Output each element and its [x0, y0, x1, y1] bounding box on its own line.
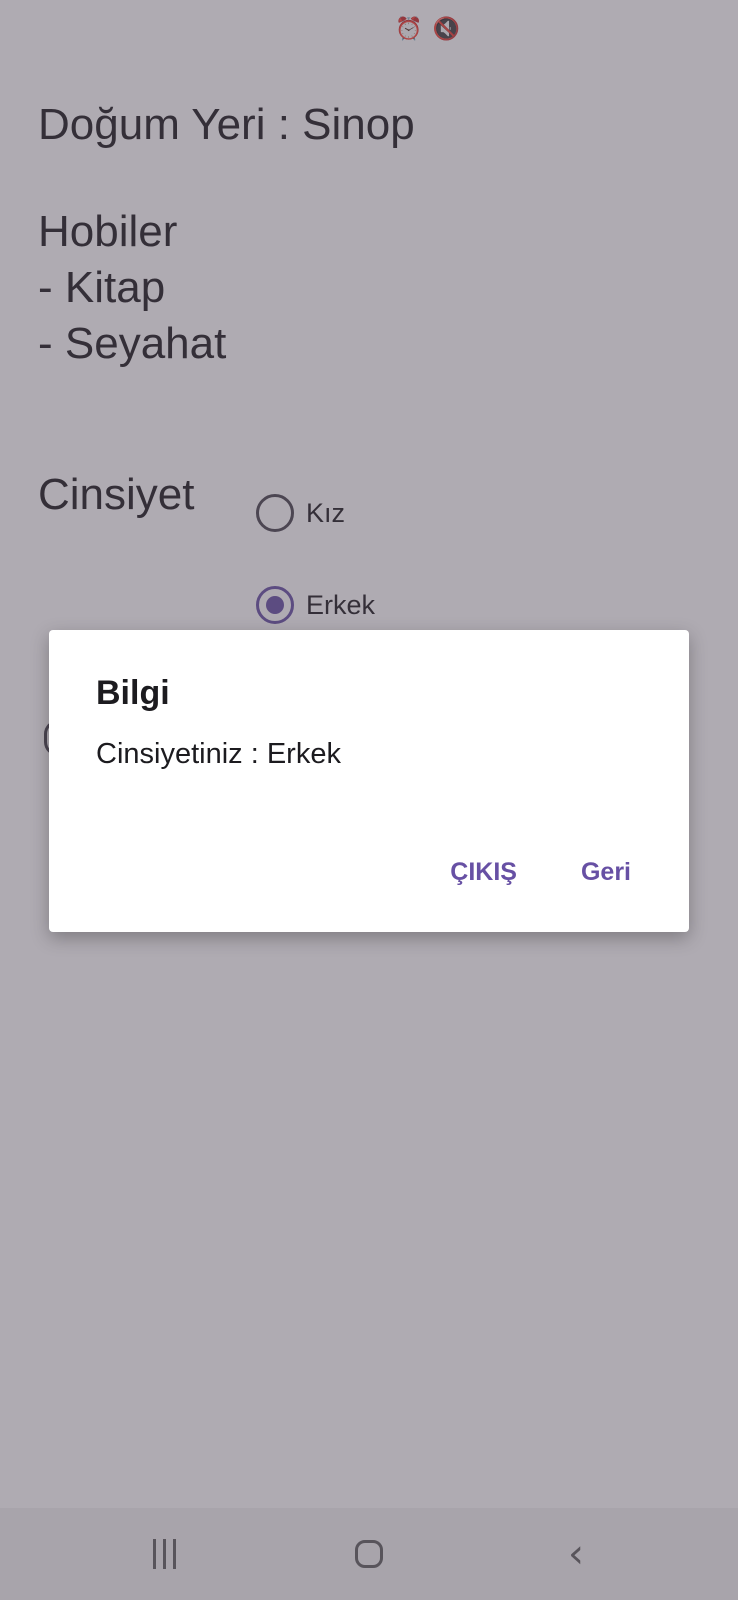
back-button[interactable]: Geri — [581, 858, 631, 887]
dialog-title: Bilgi — [96, 674, 170, 712]
dialog-message: Cinsiyetiniz : Erkek — [96, 738, 341, 770]
dialog-actions: ÇIKIŞ Geri — [450, 858, 631, 887]
info-dialog: Bilgi Cinsiyetiniz : Erkek ÇIKIŞ Geri — [49, 630, 689, 932]
exit-button[interactable]: ÇIKIŞ — [450, 858, 517, 887]
